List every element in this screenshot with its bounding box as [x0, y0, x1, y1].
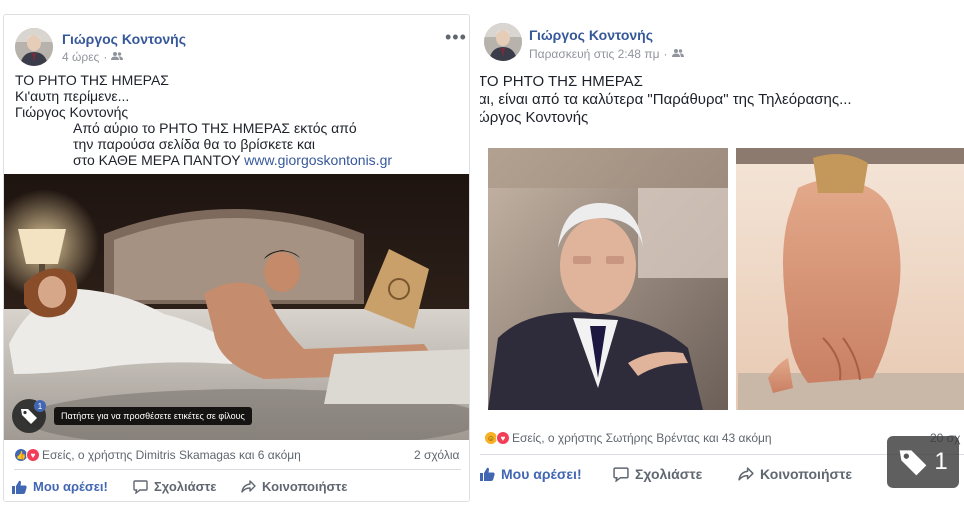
post-text-line: Γιώργος Κοντονής	[15, 104, 129, 120]
post-text-line: στο ΚΑΘΕ ΜΕΡΑ ΠΑΝΤΟΥ www.giorgoskontonis…	[73, 152, 393, 168]
post-time[interactable]: 4 ώρες	[62, 50, 99, 64]
post-text-line: την παρούσα σελίδα θα το βρίσκετε και	[73, 136, 316, 152]
post-text-line: Από αύριο το ΡΗΤΟ ΤΗΣ ΗΜΕΡΑΣ εκτός από	[73, 120, 357, 136]
share-icon	[738, 466, 754, 481]
love-reaction-icon: ♥	[26, 448, 40, 462]
website-link[interactable]: www.giorgoskontonis.gr	[244, 152, 392, 168]
friends-audience-icon[interactable]	[671, 47, 684, 61]
share-icon	[241, 479, 256, 493]
friends-audience-icon[interactable]	[111, 50, 124, 64]
tag-tooltip: Πατήστε για να προσθέσετε ετικέτες σε φί…	[54, 407, 252, 425]
divider	[14, 469, 461, 470]
post-meta: 4 ώρες ·	[62, 50, 124, 64]
post-meta: Παρασκευή στις 2:48 πμ ·	[529, 47, 684, 61]
left-post-card: Γιώργος Κοντονής 4 ώρες · ••• ΤΟ ΡΗΤΟ ΤΗ…	[3, 14, 470, 502]
comment-icon	[133, 479, 148, 494]
like-button[interactable]: Μου αρέσει!	[12, 479, 133, 494]
comment-button[interactable]: Σχολιάστε	[613, 466, 738, 482]
more-options-icon[interactable]: •••	[445, 27, 467, 48]
post-text: ΤΟ ΡΗΤΟ ΤΗΣ ΗΜΕΡΑΣ Κι'αυτη περίμενε... Γ…	[15, 72, 392, 168]
post-photo-collage[interactable]	[488, 148, 964, 410]
comment-icon	[613, 466, 629, 482]
reactions-summary[interactable]: 👍 ♥ Εσείς, ο χρήστης Dimitris Skamagas κ…	[14, 448, 301, 462]
tag-count-badge: 1	[34, 400, 46, 412]
post-text-line: ΤΟ ΡΗΤΟ ΤΗΣ ΗΜΕΡΑΣ	[480, 73, 643, 90]
love-reaction-icon: ♥	[496, 431, 510, 445]
post-actions: Μου αρέσει! Σχολιάστε Κοινοποιήστε	[480, 466, 852, 482]
comments-count[interactable]: 2 σχόλια	[414, 448, 459, 462]
post-text-line: αι, είναι από τα καλύτερα "Παράθυρα" της…	[480, 91, 852, 108]
comment-button[interactable]: Σχολιάστε	[133, 479, 241, 494]
tag-overlay-count: 1	[934, 448, 948, 475]
tag-icon	[899, 450, 927, 476]
post-text-line: Κι'αυτη περίμενε...	[15, 88, 130, 104]
reactions-text: Εσείς, ο χρήστης Dimitris Skamagas και 6…	[42, 448, 301, 462]
tag-overlay-button[interactable]: 1	[887, 436, 959, 488]
like-button[interactable]: Μου αρέσει!	[480, 466, 613, 482]
author-name[interactable]: Γιώργος Κοντονής	[529, 27, 653, 43]
author-avatar[interactable]	[484, 23, 522, 61]
post-text: ΤΟ ΡΗΤΟ ΤΗΣ ΗΜΕΡΑΣ αι, είναι από τα καλύ…	[480, 73, 852, 127]
post-text-line: ώργος Κοντονής	[480, 109, 589, 126]
reactions-summary[interactable]: ☺ ♥ Εσείς, ο χρήστης Σωτήρης Βρέντας και…	[484, 431, 772, 445]
post-time[interactable]: Παρασκευή στις 2:48 πμ	[529, 47, 660, 61]
share-button[interactable]: Κοινοποιήστε	[241, 479, 347, 494]
thumbs-up-icon	[480, 467, 495, 481]
reactions-text: Εσείς, ο χρήστης Σωτήρης Βρέντας και 43 …	[512, 431, 772, 445]
author-name[interactable]: Γιώργος Κοντονής	[62, 31, 186, 47]
author-avatar[interactable]	[15, 28, 53, 66]
post-photo-bed-scene[interactable]	[4, 174, 469, 440]
post-actions: Μου αρέσει! Σχολιάστε Κοινοποιήστε	[12, 479, 347, 494]
share-button[interactable]: Κοινοποιήστε	[738, 466, 852, 482]
post-text-line: ΤΟ ΡΗΤΟ ΤΗΣ ΗΜΕΡΑΣ	[15, 72, 169, 88]
thumbs-up-icon	[12, 480, 27, 494]
